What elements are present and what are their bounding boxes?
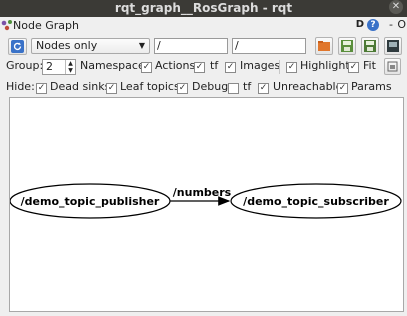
mode-select[interactable]: Nodes only ▼	[31, 38, 150, 54]
hide-row: Hide: ✓ Dead sinks ✓ Leaf topics ✓ Debug…	[0, 79, 407, 96]
params-checkbox[interactable]: ✓	[337, 83, 348, 94]
save-icon	[341, 40, 353, 52]
refresh-button[interactable]	[8, 38, 27, 55]
publisher-node-label: /demo_topic_publisher	[21, 195, 160, 208]
dead-sinks-checkbox[interactable]: ✓	[36, 83, 47, 94]
graph-canvas[interactable]: /demo_topic_publisher /numbers /demo_top…	[9, 97, 404, 312]
fit-label: Fit	[363, 59, 376, 72]
folder-open-icon	[318, 41, 330, 51]
panel-minimize-button[interactable]: -	[389, 18, 393, 31]
highlight-checkbox[interactable]: ✓	[286, 62, 297, 73]
mode-select-value: Nodes only	[36, 39, 98, 52]
save-as-icon	[364, 40, 376, 52]
tf-label: tf	[210, 59, 219, 72]
leaf-topics-label: Leaf topics	[120, 80, 180, 93]
group-value: 2	[46, 60, 53, 73]
actions-checkbox[interactable]: ✓	[194, 62, 205, 73]
node-graph-icon	[1, 20, 12, 31]
tf-checkbox[interactable]: ✓	[225, 62, 236, 73]
help-icon[interactable]: ?	[367, 19, 379, 31]
namespaces-checkbox[interactable]: ✓	[141, 62, 152, 73]
node-filter-input[interactable]: /	[154, 38, 228, 54]
actions-label: Actions	[155, 59, 196, 72]
unreachable-label: Unreachable	[273, 80, 343, 93]
panel-title: Node Graph	[13, 19, 79, 32]
toolbar: Nodes only ▼ / /	[0, 37, 407, 55]
save-dot-button[interactable]	[338, 37, 356, 55]
image-save-icon	[387, 40, 399, 52]
group-row: Group: 2 ▲ ▼ Namespaces ✓ Actions ✓ tf ✓ …	[0, 58, 407, 75]
panel-d-button[interactable]: D	[356, 19, 364, 30]
save-image-button[interactable]	[384, 37, 402, 55]
namespaces-label: Namespaces	[80, 59, 151, 72]
fit-view-icon	[387, 61, 398, 72]
spin-arrows-icon[interactable]: ▲ ▼	[65, 60, 75, 74]
window-titlebar: rqt_graph__RosGraph - rqt ✕	[0, 0, 407, 17]
window-title: rqt_graph__RosGraph - rqt	[114, 1, 293, 15]
save-svg-button[interactable]	[361, 37, 379, 55]
graph-svg: /demo_topic_publisher /numbers /demo_top…	[9, 183, 402, 219]
images-label: Images	[240, 59, 281, 72]
panel-header: Node Graph D ? - O	[0, 17, 407, 35]
unreachable-checkbox[interactable]: ✓	[258, 83, 269, 94]
topic-edge-label: /numbers	[173, 186, 232, 199]
subscriber-node-label: /demo_topic_subscriber	[243, 195, 389, 208]
leaf-topics-checkbox[interactable]: ✓	[106, 83, 117, 94]
fit-checkbox[interactable]: ✓	[348, 62, 359, 73]
hide-label: Hide:	[6, 80, 35, 93]
debug-label: Debug	[192, 80, 229, 93]
separator	[279, 60, 280, 74]
chevron-down-icon: ▼	[138, 41, 145, 50]
refresh-icon	[11, 40, 24, 53]
group-spinbox[interactable]: 2 ▲ ▼	[42, 59, 76, 75]
highlight-label: Highlight	[300, 59, 350, 72]
window-close-button[interactable]: ✕	[389, 0, 403, 14]
panel-close-button[interactable]: O	[397, 18, 406, 31]
hide-tf-checkbox[interactable]	[228, 83, 239, 94]
dead-sinks-label: Dead sinks	[50, 80, 111, 93]
topic-filter-input[interactable]: /	[232, 38, 306, 54]
params-label: Params	[351, 80, 392, 93]
load-dot-button[interactable]	[315, 37, 333, 55]
debug-checkbox[interactable]: ✓	[177, 83, 188, 94]
hide-tf-label: tf	[243, 80, 252, 93]
group-label: Group:	[6, 59, 44, 72]
fit-in-view-button[interactable]	[384, 58, 401, 75]
